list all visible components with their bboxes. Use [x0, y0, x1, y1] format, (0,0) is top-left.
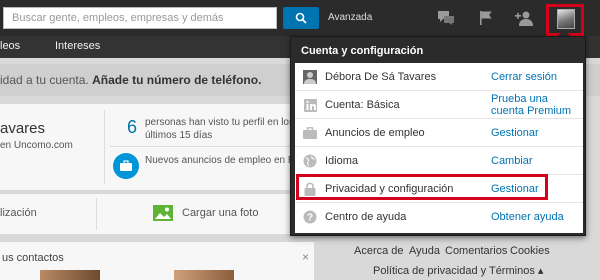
footer-link-about[interactable]: Acerca de — [354, 245, 404, 257]
profile-headline: en Uncomo.com — [0, 140, 73, 151]
menu-item-language: Idioma Cambiar — [295, 147, 583, 175]
update-profile-action[interactable]: lización — [0, 207, 37, 219]
menu-item-account: Cuenta: Básica Prueba una cuenta Premium — [295, 91, 583, 119]
manage-jobs-link[interactable]: Gestionar — [491, 127, 539, 139]
briefcase-icon — [113, 153, 139, 179]
footer-link-privacy[interactable]: Política de privacidad y Términos ▴ — [373, 264, 543, 277]
footer-link-cookies[interactable]: Cookies — [510, 245, 550, 257]
globe-icon — [303, 154, 317, 168]
menu-list: Débora De Sá Tavares Cerrar sesión Cuent… — [295, 63, 583, 233]
avatar-icon — [303, 70, 317, 84]
briefcase-icon — [303, 126, 317, 140]
search-box[interactable] — [3, 7, 277, 29]
change-language-link[interactable]: Cambiar — [491, 155, 533, 167]
try-premium-link[interactable]: Prueba una cuenta Premium — [491, 93, 579, 117]
messages-icon[interactable] — [436, 8, 456, 28]
profile-views-count[interactable]: 6 — [127, 117, 137, 138]
top-bar: Avanzada — [0, 0, 600, 36]
add-connection-icon[interactable] — [514, 8, 534, 28]
advanced-search-link[interactable]: Avanzada — [328, 12, 372, 23]
card-divider — [104, 110, 105, 184]
upload-photo-action[interactable]: Cargar una foto — [182, 207, 258, 219]
help-icon: ? — [303, 210, 317, 224]
menu-item-label[interactable]: Débora De Sá Tavares — [325, 71, 436, 83]
card-divider — [110, 146, 298, 147]
menu-item-label[interactable]: Anuncios de empleo — [325, 127, 425, 139]
profile-views-text[interactable]: personas han visto tu perfil en los últi… — [145, 116, 295, 142]
contacts-title: us contactos — [2, 252, 64, 264]
close-icon[interactable]: × — [302, 250, 309, 264]
flag-icon[interactable] — [476, 8, 496, 28]
menu-item-profile: Débora De Sá Tavares Cerrar sesión — [295, 63, 583, 91]
search-icon — [295, 12, 307, 24]
profile-name[interactable]: avares — [0, 120, 45, 137]
menu-item-label[interactable]: Centro de ayuda — [325, 211, 406, 223]
contact-photo[interactable] — [174, 270, 234, 280]
highlight-box-privacy — [296, 174, 548, 200]
menu-item-label[interactable]: Cuenta: Básica — [325, 99, 400, 111]
search-button[interactable] — [283, 7, 319, 29]
account-settings-menu: Cuenta y configuración Débora De Sá Tava… — [290, 36, 586, 236]
menu-title: Cuenta y configuración — [301, 45, 424, 57]
svg-text:?: ? — [307, 213, 313, 224]
footer-link-help[interactable]: Ayuda — [409, 245, 440, 257]
notice-text: idad a tu cuenta. — [0, 73, 89, 87]
sign-out-link[interactable]: Cerrar sesión — [491, 71, 557, 83]
linkedin-icon — [303, 98, 317, 112]
contact-photo[interactable] — [40, 270, 100, 280]
get-help-link[interactable]: Obtener ayuda — [491, 211, 564, 223]
job-suggestions-text[interactable]: Nuevos anuncios de empleo en Exotica, Ev… — [145, 154, 295, 167]
nav-item-interests[interactable]: Intereses — [55, 40, 100, 52]
image-icon — [153, 205, 173, 221]
actions-divider — [96, 198, 97, 230]
search-input[interactable] — [4, 8, 276, 28]
menu-item-label[interactable]: Idioma — [325, 155, 358, 167]
menu-item-help: ? Centro de ayuda Obtener ayuda — [295, 203, 583, 231]
menu-item-job-postings: Anuncios de empleo Gestionar — [295, 119, 583, 147]
footer-link-feedback[interactable]: Comentarios — [445, 245, 507, 257]
add-phone-link[interactable]: Añade tu número de teléfono. — [92, 73, 261, 87]
nav-item-jobs[interactable]: leos — [0, 40, 20, 52]
